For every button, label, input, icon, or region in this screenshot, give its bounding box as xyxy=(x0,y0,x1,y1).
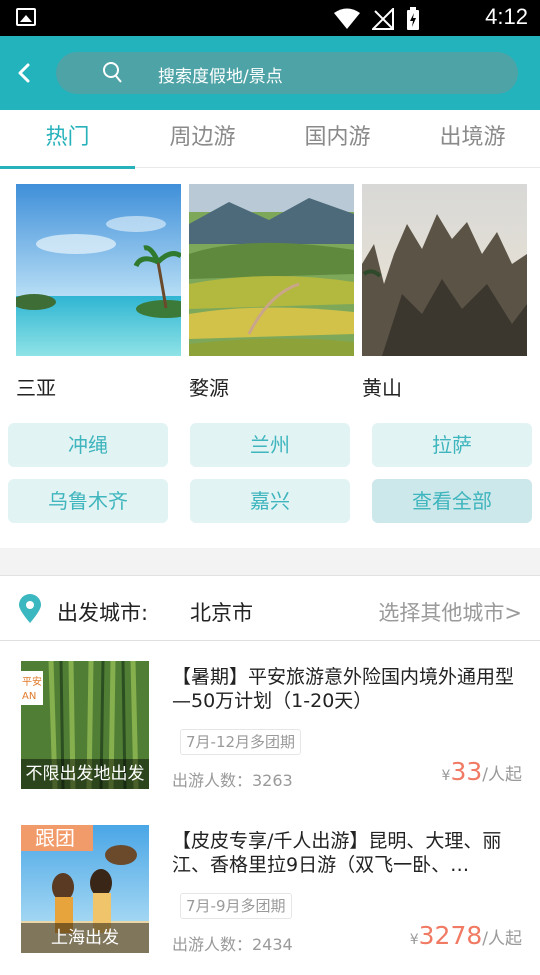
status-icons xyxy=(334,7,420,31)
destination-chips: 冲绳 兰州 拉萨 乌鲁木齐 嘉兴 查看全部 xyxy=(8,423,533,523)
category-tabs: 热门 周边游 国内游 出境游 xyxy=(0,110,540,169)
thumb-departure-band: 不限出发地出发 xyxy=(21,759,149,789)
chip-lanzhou[interactable]: 兰州 xyxy=(190,423,350,467)
choose-other-city-link[interactable]: 选择其他城市> xyxy=(378,597,522,627)
destination-name: 黄山 xyxy=(362,376,402,400)
traveler-count: 出游人数：2434 xyxy=(172,935,293,954)
tab-hot[interactable]: 热门 xyxy=(0,110,135,169)
chip-urumqi[interactable]: 乌鲁木齐 xyxy=(8,479,168,523)
currency-symbol: ¥ xyxy=(409,932,419,948)
schedule-tag: 7月-12月多团期 xyxy=(180,729,302,755)
departure-label: 出发城市: xyxy=(57,601,149,625)
product-title: 【皮皮专享/千人出游】昆明、大理、丽江、香格里拉9日游（双飞一卧、… xyxy=(172,830,502,876)
wifi-icon xyxy=(334,8,360,29)
destination-card-huangshan[interactable]: 黄山 xyxy=(362,184,527,404)
destination-name: 婺源 xyxy=(189,376,229,400)
sanya-beach-photo xyxy=(16,184,181,356)
search-input[interactable]: 搜索度假地/景点 xyxy=(56,52,518,94)
price-value: 3278 xyxy=(418,921,483,950)
product-badge: 跟团 xyxy=(35,826,75,850)
chip-lhasa[interactable]: 拉萨 xyxy=(372,423,532,467)
clock: 4:12 xyxy=(485,4,528,29)
product-price: ¥3278/人起 xyxy=(410,921,522,950)
no-signal-icon xyxy=(372,8,394,30)
chevron-left-icon xyxy=(18,63,30,83)
search-placeholder: 搜索度假地/景点 xyxy=(158,67,283,87)
product-item[interactable]: 平安 AN 不限出发地出发 【暑期】平安旅游意外险国内境外通用型—50万计划（1… xyxy=(0,661,540,811)
location-pin-icon xyxy=(19,594,41,623)
tab-domestic[interactable]: 国内游 xyxy=(270,110,405,168)
image-notification-icon xyxy=(16,8,36,26)
battery-charging-icon xyxy=(407,7,419,30)
status-bar: 4:12 xyxy=(0,0,540,36)
departure-city: 北京市 xyxy=(190,601,253,625)
tab-abroad[interactable]: 出境游 xyxy=(405,110,540,168)
view-all-button[interactable]: 查看全部 xyxy=(372,479,532,523)
product-thumbnail: 平安 AN 不限出发地出发 xyxy=(21,661,149,789)
huangshan-mountain-photo xyxy=(362,184,527,356)
product-title: 【暑期】平安旅游意外险国内境外通用型—50万计划（1-20天） xyxy=(172,666,515,712)
wuyuan-terraces-photo xyxy=(189,184,354,356)
product-thumbnail: 跟团 上海出发 xyxy=(21,825,149,953)
schedule-tag: 7月-9月多团期 xyxy=(180,893,292,919)
product-item[interactable]: 跟团 上海出发 【皮皮专享/千人出游】昆明、大理、丽江、香格里拉9日游（双飞一卧… xyxy=(0,825,540,975)
search-icon xyxy=(103,62,122,83)
destination-card-wuyuan[interactable]: 婺源 xyxy=(189,184,354,404)
chip-jiaxing[interactable]: 嘉兴 xyxy=(190,479,350,523)
top-header: 搜索度假地/景点 xyxy=(0,36,540,110)
tab-nearby[interactable]: 周边游 xyxy=(135,110,270,168)
destination-card-sanya[interactable]: 三亚 xyxy=(16,184,181,404)
price-unit: /人起 xyxy=(482,765,522,785)
departure-city-bar: 出发城市: 北京市 选择其他城市> xyxy=(0,577,540,641)
destination-name: 三亚 xyxy=(16,376,56,400)
section-divider xyxy=(0,548,540,576)
product-price: ¥33/人起 xyxy=(442,757,522,786)
featured-destinations: 三亚 婺源 黄山 xyxy=(16,184,527,404)
price-value: 33 xyxy=(450,757,483,786)
chip-okinawa[interactable]: 冲绳 xyxy=(8,423,168,467)
svg-text:AN: AN xyxy=(22,691,36,702)
price-unit: /人起 xyxy=(482,929,522,949)
traveler-count: 出游人数：3263 xyxy=(172,771,293,790)
thumb-departure-band: 上海出发 xyxy=(21,923,149,953)
back-button[interactable] xyxy=(10,56,40,90)
svg-text:平安: 平安 xyxy=(22,675,42,688)
